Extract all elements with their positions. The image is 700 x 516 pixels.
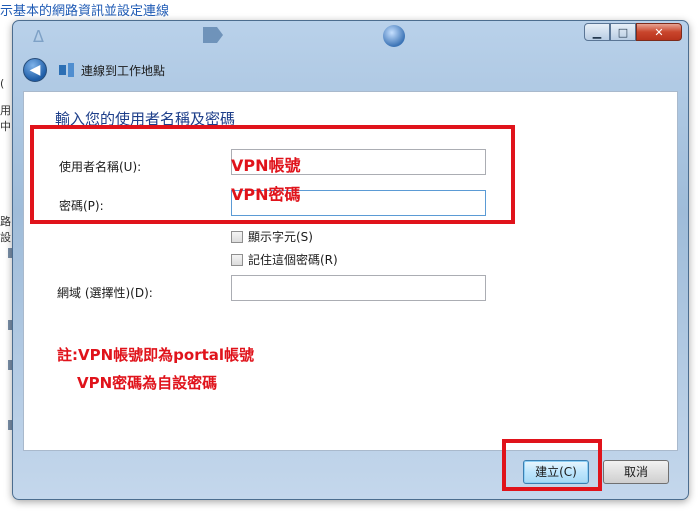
vpn-connect-dialog: ᐃ ▁ □ ✕ ◀ 連線到工作地點 輸入您的使用者名稱及密碼 使用者名稱(U):… [12, 20, 689, 500]
navigation-bar: ◀ 連線到工作地點 [23, 57, 165, 83]
show-characters-checkbox[interactable]: 顯示字元(S) [231, 228, 313, 245]
dialog-title: 連線到工作地點 [81, 63, 166, 78]
close-button[interactable]: ✕ [636, 23, 682, 41]
window-controls: ▁ □ ✕ [584, 23, 682, 41]
globe-icon [383, 25, 405, 47]
back-button[interactable]: ◀ [23, 58, 47, 82]
checkbox-box[interactable] [231, 230, 243, 243]
remark-line-2: VPN密碼為自設密碼 [77, 374, 218, 392]
domain-field[interactable] [231, 275, 486, 301]
arrow-left-icon: ◀ [29, 62, 41, 78]
domain-label: 網域 (選擇性)(D): [57, 286, 153, 300]
network-glyph-icon: ᐃ [33, 27, 44, 46]
arrow-icon [203, 27, 223, 43]
maximize-button[interactable]: □ [610, 23, 636, 41]
remember-password-checkbox[interactable]: 記住這個密碼(R) [231, 251, 338, 268]
show-characters-label: 顯示字元(S) [248, 230, 313, 244]
remember-password-label: 記住這個密碼(R) [248, 253, 338, 267]
connect-highlight-box [502, 439, 602, 491]
cancel-button[interactable]: 取消 [603, 460, 669, 484]
workplace-connection-icon [59, 63, 75, 77]
credentials-highlight-box [30, 125, 515, 224]
minimize-button[interactable]: ▁ [584, 23, 610, 41]
background-label: ( [0, 77, 5, 90]
checkbox-box[interactable] [231, 253, 243, 266]
remark-line-1: 註:VPN帳號即為portal帳號 [57, 346, 255, 364]
background-network-caption: 示基本的網路資訊並設定連線 [0, 4, 170, 19]
